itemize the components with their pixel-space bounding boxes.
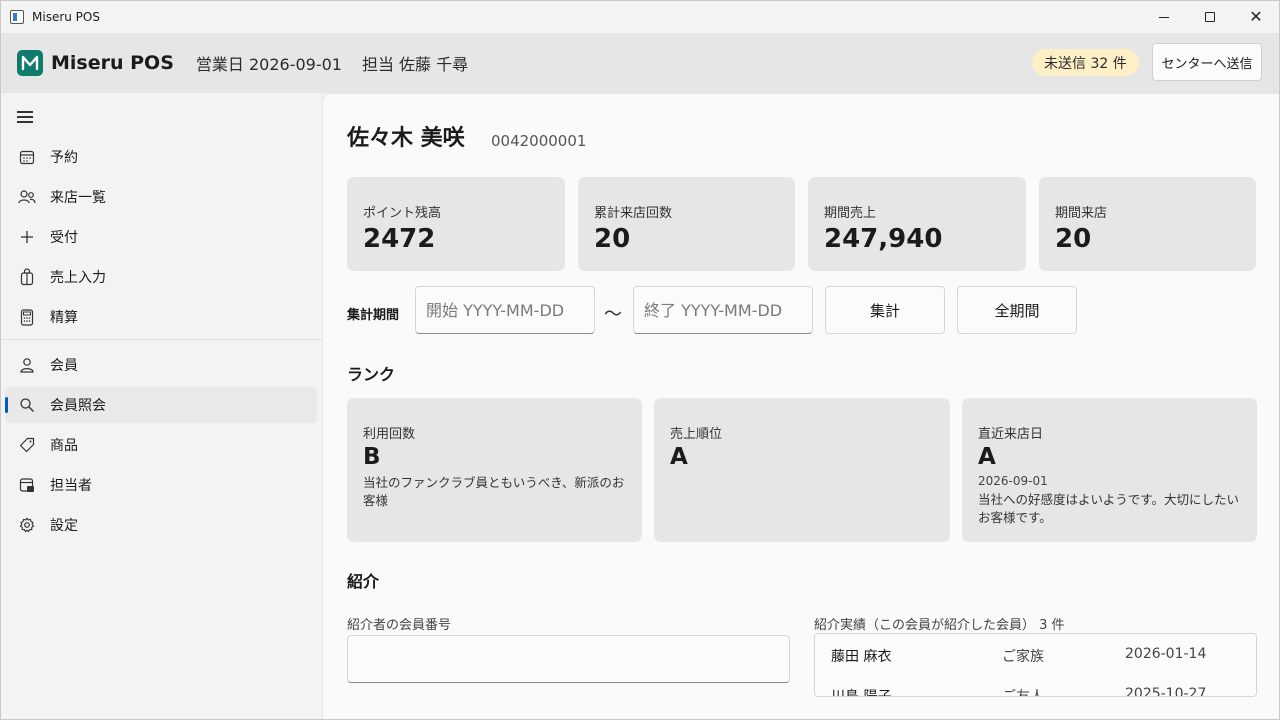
sidebar-item-label: 予約 (50, 150, 78, 166)
referral-name: 藤田 麻衣 (831, 649, 892, 665)
stat-value: 247,940 (824, 224, 943, 254)
rank-label: 売上順位 (670, 427, 723, 442)
rank-section-title: ランク (347, 365, 396, 384)
referrer-number-label: 紹介者の会員番号 (347, 618, 452, 633)
app-logo (17, 50, 43, 76)
sidebar-item-settlement[interactable]: 精算 (5, 299, 317, 335)
sidebar-item-label: 会員照会 (50, 398, 106, 414)
brand-name: Miseru POS (51, 52, 174, 74)
hamburger-menu-icon[interactable] (17, 109, 35, 123)
sidebar-item-staff[interactable]: 担当者 (5, 467, 317, 503)
close-icon: ✕ (1249, 7, 1263, 26)
sidebar-item-label: 商品 (50, 438, 78, 454)
stat-value: 20 (1055, 224, 1092, 254)
sidebar-item-sales-entry[interactable]: 売上入力 (5, 259, 317, 295)
stat-label: 期間売上 (824, 206, 877, 221)
referral-section-title: 紹介 (347, 572, 380, 591)
stat-value: 2472 (363, 224, 436, 254)
minimize-icon (1159, 16, 1169, 18)
sidebar-item-label: 設定 (50, 518, 78, 534)
member-number: 0042000001 (491, 132, 587, 150)
people-icon (17, 187, 37, 207)
minimize-button[interactable] (1141, 1, 1187, 33)
referral-date: 2025-10-27 (1125, 686, 1207, 697)
referrer-number-input[interactable] (347, 635, 790, 683)
stat-card-total-visits: 累計来店回数 20 (578, 177, 795, 271)
stat-label: ポイント残高 (363, 206, 442, 221)
start-date-input[interactable] (415, 286, 595, 334)
stat-card-period-sales: 期間売上 247,940 (808, 177, 1026, 271)
send-to-center-button[interactable]: センターへ送信 (1152, 43, 1262, 81)
rank-label: 直近来店日 (978, 427, 1044, 442)
plus-icon (17, 227, 37, 247)
calculator-icon (17, 307, 37, 327)
sidebar-item-label: 来店一覧 (50, 190, 106, 206)
rank-label: 利用回数 (363, 427, 416, 442)
sidebar-item-reception[interactable]: 受付 (5, 219, 317, 255)
rank-card-last-visit: 直近来店日 A 2026-09-01 当社への好感度はよいようです。大切にしたい… (962, 398, 1257, 542)
rank-description: 当社への好感度はよいようです。大切にしたいお客様です。 (978, 492, 1240, 525)
person-icon (17, 355, 37, 375)
stat-card-period-visits: 期間来店 20 (1039, 177, 1256, 271)
sidebar-item-label: 売上入力 (50, 270, 106, 286)
sidebar-item-label: 精算 (50, 310, 78, 326)
rank-description: 当社のファンクラブ員ともいうべき、新派のお客様 (363, 475, 625, 508)
business-day: 営業日 2026-09-01 (195, 55, 342, 74)
referral-list-label: 紹介実績（この会員が紹介した会員） 3 件 (814, 618, 1065, 633)
calendar-icon (17, 147, 37, 167)
stat-card-points: ポイント残高 2472 (347, 177, 565, 271)
search-icon (17, 395, 37, 415)
referral-relation: ご家族 (1002, 649, 1044, 665)
sidebar-item-reservation[interactable]: 予約 (5, 139, 317, 175)
aggregate-button[interactable]: 集計 (825, 286, 945, 334)
sidebar-divider (1, 339, 321, 340)
sidebar-item-label: 受付 (50, 230, 78, 246)
end-date-input[interactable] (633, 286, 813, 334)
gear-icon (17, 515, 37, 535)
referral-list[interactable]: 藤田 麻衣 ご家族 2026-01-14 川島 陽子 ご友人 2025-10-2… (814, 633, 1257, 697)
last-visit-date: 2026-09-01 (978, 474, 1048, 488)
rank-value: A (670, 444, 688, 470)
close-button[interactable]: ✕ (1233, 1, 1279, 33)
window-title: Miseru POS (32, 10, 100, 24)
app-window: Miseru POS ✕ Miseru POS 営業日 2026-09-01 担… (0, 0, 1280, 720)
referral-relation: ご友人 (1002, 689, 1044, 697)
sidebar-item-label: 担当者 (50, 478, 92, 494)
staff-card-icon (17, 475, 37, 495)
tag-icon (17, 435, 37, 455)
staff-in-charge: 担当 佐藤 千尋 (361, 55, 469, 74)
rank-value: B (363, 444, 381, 470)
rank-value: A (978, 444, 996, 470)
app-header: Miseru POS 営業日 2026-09-01 担当 佐藤 千尋 未送信 3… (1, 33, 1279, 93)
app-icon (10, 10, 24, 24)
rank-card-usage-count: 利用回数 B 当社のファンクラブ員ともいうべき、新派のお客様 (347, 398, 642, 542)
unsent-count-badge: 未送信 32 件 (1032, 49, 1139, 76)
maximize-button[interactable] (1187, 1, 1233, 33)
sidebar-item-member-lookup[interactable]: 会員照会 (5, 387, 317, 423)
sidebar-item-settings[interactable]: 設定 (5, 507, 317, 543)
referral-date: 2026-01-14 (1125, 646, 1207, 662)
sidebar: 予約 来店一覧 受付 売上入力 精算 会員 会員照会 商品 担当者 設定 (1, 93, 321, 719)
bag-icon (17, 267, 37, 287)
aggregation-period-label: 集計期間 (347, 308, 400, 323)
sidebar-item-member[interactable]: 会員 (5, 347, 317, 383)
date-range-separator: ～ (604, 304, 622, 325)
member-name: 佐々木 美咲 (347, 126, 465, 151)
maximize-icon (1205, 12, 1215, 22)
all-period-button[interactable]: 全期間 (957, 286, 1077, 334)
sidebar-item-visit-list[interactable]: 来店一覧 (5, 179, 317, 215)
stat-value: 20 (594, 224, 631, 254)
sidebar-item-products[interactable]: 商品 (5, 427, 317, 463)
rank-card-sales-rank: 売上順位 A (654, 398, 950, 542)
stat-label: 期間来店 (1055, 206, 1108, 221)
title-bar: Miseru POS ✕ (1, 1, 1279, 33)
referral-name: 川島 陽子 (831, 689, 892, 697)
list-item[interactable]: 藤田 麻衣 ご家族 2026-01-14 (815, 634, 1256, 674)
member-detail-pane: 佐々木 美咲 0042000001 ポイント残高 2472 累計来店回数 20 … (322, 93, 1279, 719)
stat-label: 累計来店回数 (594, 206, 673, 221)
list-item[interactable]: 川島 陽子 ご友人 2025-10-27 (815, 674, 1256, 697)
sidebar-item-label: 会員 (50, 358, 78, 374)
